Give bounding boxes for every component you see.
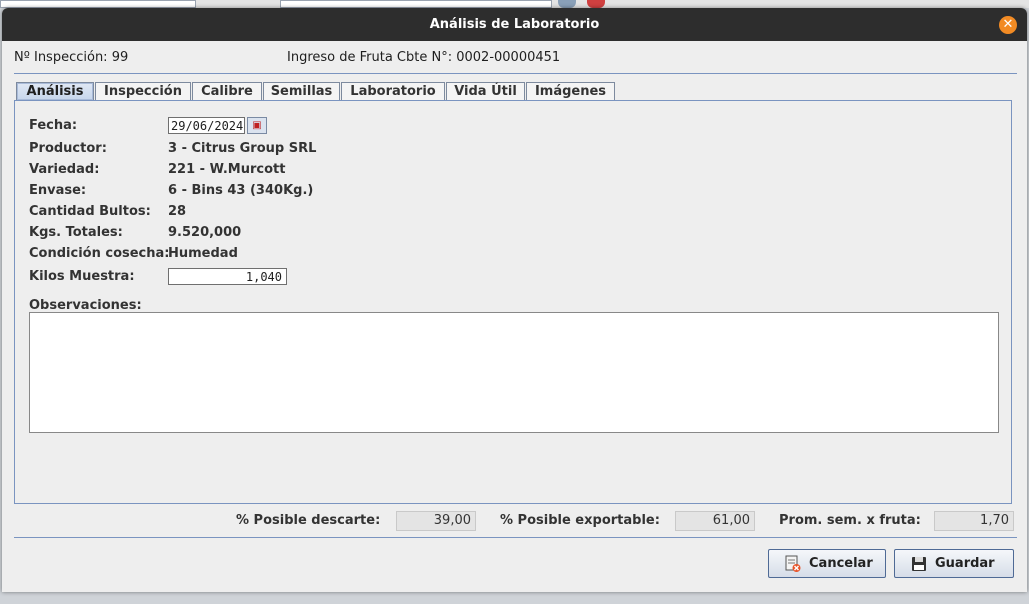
prom-semillas-label: Prom. sem. x fruta: <box>779 513 921 528</box>
prom-semillas-value: 1,70 <box>934 511 1014 531</box>
cancel-label: Cancelar <box>809 556 873 571</box>
condicion-cosecha-value: Humedad <box>168 246 238 261</box>
title-bar: Análisis de Laboratorio ✕ <box>2 8 1027 41</box>
observaciones-label: Observaciones: <box>29 298 142 313</box>
condicion-cosecha-label: Condición cosecha: <box>29 246 170 261</box>
kgs-totales-label: Kgs. Totales: <box>29 225 123 240</box>
background-field <box>280 0 552 8</box>
header-separator <box>14 73 1017 74</box>
lab-analysis-dialog: Análisis de Laboratorio ✕ Nº Inspección:… <box>2 8 1027 592</box>
fruit-intake-voucher: Ingreso de Fruta Cbte N°: 0002-00000451 <box>287 50 561 65</box>
tab-imagenes[interactable]: Imágenes <box>526 82 615 100</box>
calendar-icon: ▣ <box>252 120 262 131</box>
descarte-label: % Posible descarte: <box>236 513 381 528</box>
save-label: Guardar <box>935 556 995 571</box>
close-icon: ✕ <box>1002 17 1014 32</box>
tab-analisis[interactable]: Análisis <box>16 82 94 100</box>
exportable-label: % Posible exportable: <box>500 513 660 528</box>
productor-value: 3 - Citrus Group SRL <box>168 141 317 156</box>
footer-separator <box>14 537 1017 538</box>
stats-row: % Posible descarte: 39,00 % Posible expo… <box>2 511 1027 531</box>
exportable-value: 61,00 <box>675 511 755 531</box>
observaciones-textarea[interactable] <box>29 312 999 433</box>
tab-laboratorio[interactable]: Laboratorio <box>341 82 445 100</box>
save-button[interactable]: Guardar <box>894 549 1014 578</box>
tab-calibre[interactable]: Calibre <box>192 82 262 100</box>
background-field <box>0 0 196 8</box>
fecha-input[interactable]: 29/06/2024 <box>168 117 245 134</box>
tab-inspeccion[interactable]: Inspección <box>95 82 191 100</box>
analisis-panel: Fecha: 29/06/2024 ▣ Productor: 3 - Citru… <box>14 100 1012 504</box>
background-search-icon <box>558 0 576 8</box>
variedad-label: Variedad: <box>29 162 100 177</box>
cancel-button[interactable]: Cancelar <box>768 549 886 578</box>
cancel-document-icon <box>785 555 801 572</box>
bultos-value: 28 <box>168 204 187 219</box>
window-title: Análisis de Laboratorio <box>429 17 600 32</box>
variedad-value: 221 - W.Murcott <box>168 162 286 177</box>
header-info: Nº Inspección: 99 Ingreso de Fruta Cbte … <box>14 50 1015 70</box>
inspection-number: Nº Inspección: 99 <box>14 50 129 65</box>
close-button[interactable]: ✕ <box>999 16 1017 34</box>
kgs-totales-value: 9.520,000 <box>168 225 242 240</box>
calendar-button[interactable]: ▣ <box>247 117 267 134</box>
save-disk-icon <box>912 557 926 571</box>
background-clear-icon <box>587 0 605 8</box>
envase-label: Envase: <box>29 183 87 198</box>
tab-vida-util[interactable]: Vida Útil <box>446 82 525 100</box>
kilos-muestra-label: Kilos Muestra: <box>29 269 135 284</box>
fecha-label: Fecha: <box>29 118 78 133</box>
productor-label: Productor: <box>29 141 107 156</box>
bultos-label: Cantidad Bultos: <box>29 204 151 219</box>
descarte-value: 39,00 <box>396 511 476 531</box>
kilos-muestra-input[interactable]: 1,040 <box>168 268 287 285</box>
envase-value: 6 - Bins 43 (340Kg.) <box>168 183 314 198</box>
tab-semillas[interactable]: Semillas <box>263 82 340 100</box>
